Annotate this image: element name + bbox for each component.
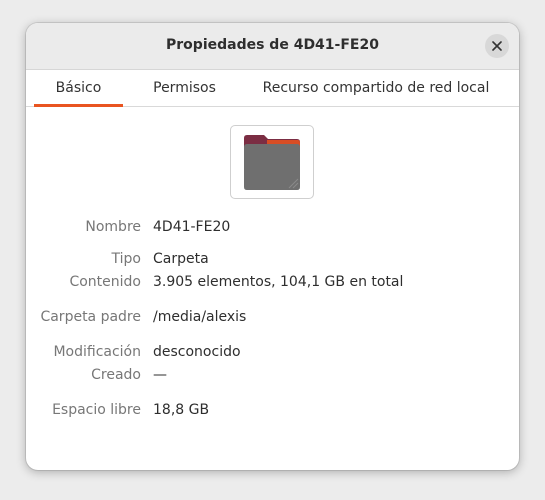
value-creado: — [153,367,167,383]
value-tipo: Carpeta [153,251,209,267]
tab-bar: Básico Permisos Recurso compartido de re… [26,70,519,107]
tab-recurso-compartido[interactable]: Recurso compartido de red local [258,70,494,106]
value-espacio-libre: 18,8 GB [153,402,210,418]
close-button[interactable] [485,34,509,58]
value-nombre: 4D41-FE20 [153,219,231,235]
properties-dialog: Propiedades de 4D41-FE20 Básico Permisos… [26,23,519,470]
titlebar: Propiedades de 4D41-FE20 [26,23,519,70]
value-contenido: 3.905 elementos, 104,1 GB en total [153,274,404,290]
value-modificacion: desconocido [153,344,241,360]
tab-permisos[interactable]: Permisos [144,70,225,106]
close-icon [492,41,502,51]
folder-icon-button[interactable] [230,125,314,199]
label-espacio-libre: Espacio libre [52,402,141,418]
label-contenido: Contenido [69,274,141,290]
label-nombre: Nombre [85,219,141,235]
label-carpeta-padre: Carpeta padre [40,309,141,325]
value-carpeta-padre[interactable]: /media/alexis [153,309,246,325]
label-creado: Creado [91,367,141,383]
window-title: Propiedades de 4D41-FE20 [166,37,379,53]
label-modificacion: Modificación [53,344,141,360]
label-tipo: Tipo [111,251,141,267]
folder-icon [244,135,300,190]
tab-basico[interactable]: Básico [34,70,123,107]
